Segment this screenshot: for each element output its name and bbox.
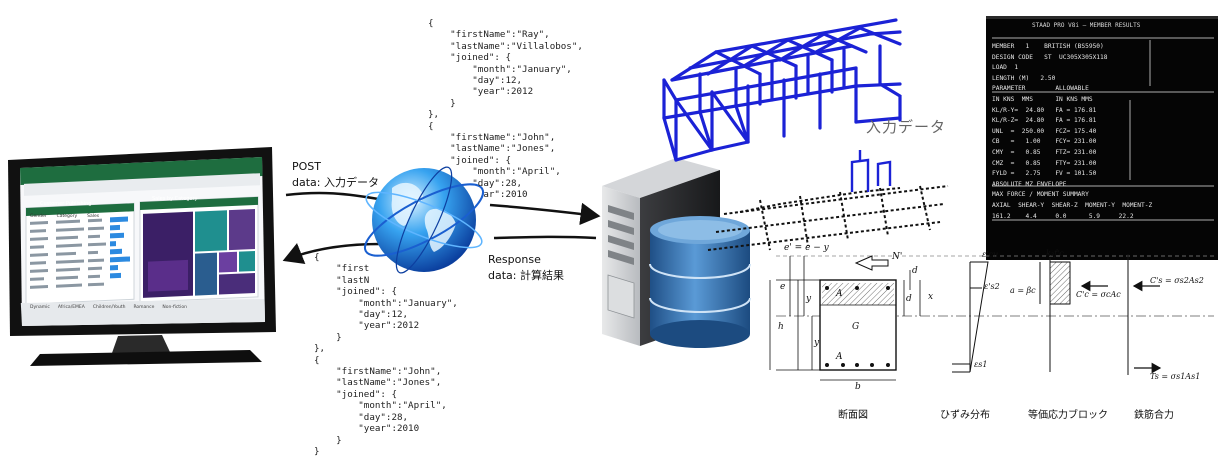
terminal-line: DESIGN CODE ST UC305X305X118 [992, 53, 1108, 61]
request-method: POST [292, 160, 321, 173]
terminal-line: LOAD 1 [992, 64, 1019, 72]
spreadsheet-treemap [139, 196, 259, 303]
label-as1: A [836, 352, 843, 362]
label-eccentricity: e' = e − y [784, 243, 829, 253]
label-d1: d [906, 294, 912, 304]
label-x: x [928, 292, 934, 302]
terminal-line: AXIAL SHEAR-Y SHEAR-Z MOMENT-Y MOMENT-Z [992, 201, 1153, 209]
response-method: Response [488, 253, 541, 266]
response-data-label: data: 計算結果 [488, 269, 564, 282]
label-e: e [780, 282, 786, 292]
label-stress-a: a = βc [1010, 286, 1036, 295]
spreadsheet-title-right: Sales by Category [152, 196, 198, 202]
terminal-body: MEMBER 1 BRITISH (BS5950) DESIGN CODE ST … [992, 42, 1214, 222]
label-strain-s1: εs1 [974, 360, 988, 369]
spreadsheet-sheet-tab[interactable]: Romance [133, 305, 154, 310]
terminal-line: FYLD = 2.75 FV = 101.50 [992, 170, 1097, 178]
spreadsheet-columns: Gender Category Sales [30, 214, 136, 219]
terminal-line: KL/R-Z= 24.80 FA = 176.81 [992, 117, 1097, 125]
terminal-line: MAX FORCE / MOMENT SUMMARY [992, 191, 1089, 199]
terminal-header: STAAD PRO V8i — MEMBER RESULTS [1032, 22, 1141, 29]
spreadsheet-sheet-tab[interactable]: Non-fiction [162, 305, 187, 310]
spreadsheet-sheet-tab[interactable]: Dynamic [30, 305, 50, 310]
label-yc: y [806, 294, 812, 304]
terminal-line: MEMBER 1 BRITISH (BS5950) [992, 43, 1104, 50]
terminal-line: CMZ = 0.85 FTY= 231.00 [992, 159, 1097, 167]
frame-model [662, 18, 902, 162]
label-g: G [852, 322, 860, 332]
terminal-line: UNL = 250.00 FCZ= 175.40 [992, 127, 1097, 135]
monitor-icon [8, 147, 276, 366]
json-request-snippet: { "firstName":"Ray", "lastName":"Villalo… [428, 18, 583, 201]
terminal-line: ABSOLUTE MZ ENVELOPE [992, 180, 1067, 188]
label-n-force: N' [892, 252, 903, 262]
label-strain-top: ε'cu [982, 250, 999, 259]
caption-rebar-force: 鉄筋合力 [1134, 410, 1174, 421]
spreadsheet-column-header: Gender [30, 214, 47, 219]
terminal-line: IN KNS MMS IN KNS MMS [992, 95, 1093, 103]
frame-model-caption: 入力データ [866, 118, 947, 136]
caption-stress-block: 等価応力ブロック [1028, 410, 1108, 421]
terminal-line: KL/R-Y= 24.80 FA = 176.81 [992, 106, 1097, 114]
label-b: b [855, 382, 861, 392]
caption-strain: ひずみ分布 [940, 410, 990, 421]
spreadsheet-column-header: Category [56, 214, 78, 219]
label-force-t: Ts = σs1As1 [1150, 372, 1201, 381]
spreadsheet-tabs: Dynamic Africa/EMEA Children/Youth Romance N… [30, 305, 260, 310]
label-yt: y [814, 338, 820, 348]
label-strain-s2: ε's2 [984, 282, 1000, 291]
label-stress-c: C'c = σcAc [1076, 290, 1121, 299]
label-h: h [778, 322, 784, 332]
terminal-line: CMY = 0.85 FTZ= 231.00 [992, 148, 1097, 156]
database-icon [649, 216, 751, 348]
terminal-line: PARAMETER ALLOWABLE [992, 85, 1089, 93]
label-as2: A [836, 289, 843, 299]
terminal-line: CB = 1.00 FCY= 231.00 [992, 138, 1097, 146]
terminal-line: LENGTH (M) 2.50 [992, 74, 1056, 82]
spreadsheet-sheet-tab[interactable]: Children/Youth [93, 305, 126, 310]
spreadsheet-title-left: Customer Publishing [40, 201, 92, 207]
label-stress-k: k₃f'c [1046, 249, 1064, 258]
label-d2: d [912, 266, 918, 276]
spreadsheet-column-header: Sales [87, 214, 100, 219]
json-response-snippet: { "first "lastN "joined": { "month":"Jan… [314, 252, 458, 457]
wireframe-legs [850, 150, 892, 192]
label-force-c: C's = σs2As2 [1150, 276, 1204, 285]
request-data-label: data: 入力データ [292, 176, 379, 189]
terminal-line: 161.2 4.4 0.0 5.9 22.2 [992, 212, 1134, 220]
spreadsheet-sheet-tab[interactable]: Africa/EMEA [58, 305, 85, 310]
caption-section: 断面図 [838, 410, 868, 421]
